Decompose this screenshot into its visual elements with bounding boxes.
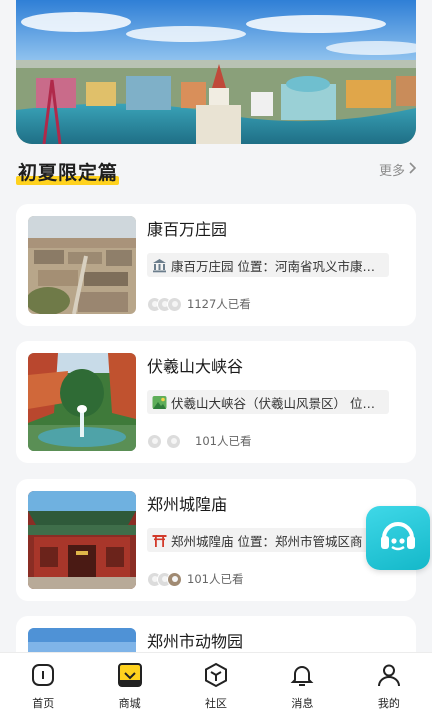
- tab-label: 我的: [377, 697, 400, 710]
- view-count: 101人已看: [195, 434, 252, 448]
- community-icon: [202, 661, 230, 689]
- attraction-card[interactable]: 郑州城隍庙 郑州城隍庙 位置：郑州市管城区商 101人已看: [16, 479, 416, 601]
- attraction-thumbnail: [28, 491, 136, 589]
- viewer-avatars: [147, 296, 182, 312]
- bell-icon: [288, 661, 316, 689]
- profile-icon: [375, 661, 403, 689]
- attraction-thumbnail: [28, 353, 136, 451]
- theme-park-banner[interactable]: [16, 0, 416, 144]
- location-text: 伏羲山大峡谷（伏羲山风景区） 位…: [171, 395, 375, 411]
- bottom-tab-bar: 首页 商城 社区 消息 我的: [0, 652, 432, 720]
- view-stats: 101人已看: [147, 571, 243, 587]
- tab-home[interactable]: 首页: [0, 653, 86, 720]
- landscape-photo-icon: [151, 394, 167, 410]
- location-text: 康百万庄园 位置：河南省巩义市康…: [171, 258, 375, 274]
- tab-label: 首页: [32, 697, 55, 710]
- attraction-title: 伏羲山大峡谷: [147, 357, 244, 376]
- location-tag: 伏羲山大峡谷（伏羲山风景区） 位…: [147, 390, 389, 414]
- chevron-right-icon: [408, 161, 417, 178]
- home-icon: [29, 661, 57, 689]
- section-title: 初夏限定篇: [18, 162, 119, 184]
- viewer-avatars: [147, 433, 185, 449]
- tab-profile[interactable]: 我的: [346, 653, 432, 720]
- attraction-thumbnail: [28, 216, 136, 314]
- section-header: 初夏限定篇 更多: [16, 152, 417, 192]
- location-text: 郑州城隍庙 位置：郑州市管城区商: [171, 533, 363, 549]
- attraction-title: 郑州城隍庙: [147, 495, 228, 514]
- torii-gate-icon: [151, 532, 167, 548]
- tab-label: 消息: [291, 697, 314, 710]
- location-tag: 郑州城隍庙 位置：郑州市管城区商: [147, 528, 389, 552]
- view-stats: 1127人已看: [147, 296, 251, 312]
- view-count: 1127人已看: [187, 297, 251, 311]
- headset-icon: [376, 514, 420, 562]
- avatar: [166, 433, 181, 449]
- avatar: [167, 571, 182, 587]
- attraction-card[interactable]: 康百万庄园 康百万庄园 位置：河南省巩义市康… 1127人已看: [16, 204, 416, 326]
- tab-mall[interactable]: 商城: [86, 653, 172, 720]
- view-count: 101人已看: [187, 572, 244, 586]
- attraction-title: 郑州市动物园: [147, 632, 244, 651]
- avatar: [147, 433, 162, 449]
- view-stats: 101人已看: [147, 433, 251, 449]
- attraction-card[interactable]: 伏羲山大峡谷 伏羲山大峡谷（伏羲山风景区） 位… 101人已看: [16, 341, 416, 463]
- attraction-title: 康百万庄园: [147, 220, 228, 239]
- tab-community[interactable]: 社区: [173, 653, 259, 720]
- viewer-avatars: [147, 571, 182, 587]
- tab-label: 商城: [118, 697, 141, 710]
- location-tag: 康百万庄园 位置：河南省巩义市康…: [147, 253, 389, 277]
- tab-messages[interactable]: 消息: [259, 653, 345, 720]
- museum-icon: [151, 257, 167, 273]
- customer-service-button[interactable]: [366, 506, 430, 570]
- avatar: [167, 296, 182, 312]
- tab-label: 社区: [205, 697, 228, 710]
- more-link[interactable]: 更多: [378, 160, 417, 179]
- more-label: 更多: [378, 164, 405, 179]
- mall-icon: [116, 661, 144, 689]
